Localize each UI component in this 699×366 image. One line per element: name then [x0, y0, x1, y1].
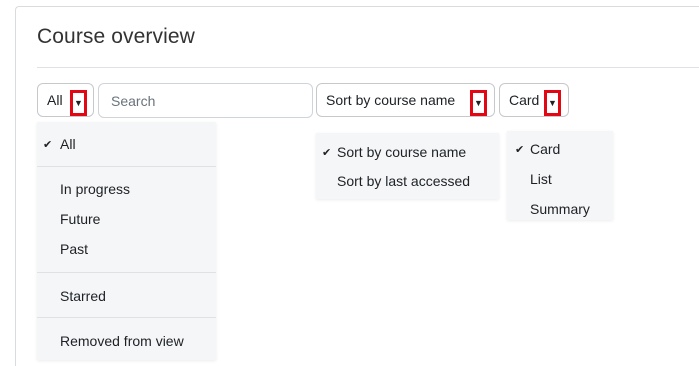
- menu-divider: [37, 317, 216, 318]
- view-selected-label: Card: [509, 92, 540, 108]
- menu-divider: [37, 166, 216, 167]
- menu-item-list[interactable]: List: [530, 171, 552, 187]
- grouping-dropdown-menu: ✔ All In progress Future Past Starred Re…: [37, 122, 216, 360]
- chevron-down-icon[interactable]: ▼: [470, 90, 487, 116]
- menu-item-sort-by-last-accessed[interactable]: Sort by last accessed: [337, 173, 470, 189]
- chevron-down-icon[interactable]: ▼: [70, 90, 87, 116]
- view-dropdown-button[interactable]: Card ▼: [499, 83, 569, 117]
- checkmark-icon: ✔: [515, 144, 525, 156]
- menu-item-card[interactable]: ✔ Card: [515, 141, 610, 161]
- sort-dropdown-button[interactable]: Sort by course name ▼: [316, 83, 495, 117]
- menu-divider: [37, 272, 216, 273]
- menu-item-all[interactable]: ✔ All: [43, 136, 213, 156]
- search-input[interactable]: [98, 83, 313, 118]
- block-title: Course overview: [37, 25, 195, 48]
- menu-item-summary[interactable]: Summary: [530, 201, 590, 217]
- checkmark-icon: ✔: [43, 139, 53, 151]
- menu-item-past[interactable]: Past: [60, 241, 88, 257]
- divider: [37, 67, 699, 68]
- menu-item-sort-by-course-name[interactable]: ✔ Sort by course name: [322, 144, 498, 164]
- checkmark-icon: ✔: [322, 147, 332, 159]
- grouping-selected-label: All: [47, 92, 63, 108]
- menu-item-future[interactable]: Future: [60, 211, 100, 227]
- sort-selected-label: Sort by course name: [326, 92, 456, 108]
- chevron-down-icon[interactable]: ▼: [544, 90, 561, 116]
- view-dropdown-menu: ✔ Card List Summary: [507, 131, 613, 220]
- menu-item-starred[interactable]: Starred: [60, 288, 106, 304]
- menu-item-removed-from-view[interactable]: Removed from view: [60, 333, 184, 349]
- sort-dropdown-menu: ✔ Sort by course name Sort by last acces…: [316, 133, 499, 199]
- grouping-dropdown-button[interactable]: All ▼: [37, 83, 94, 117]
- menu-item-in-progress[interactable]: In progress: [60, 181, 130, 197]
